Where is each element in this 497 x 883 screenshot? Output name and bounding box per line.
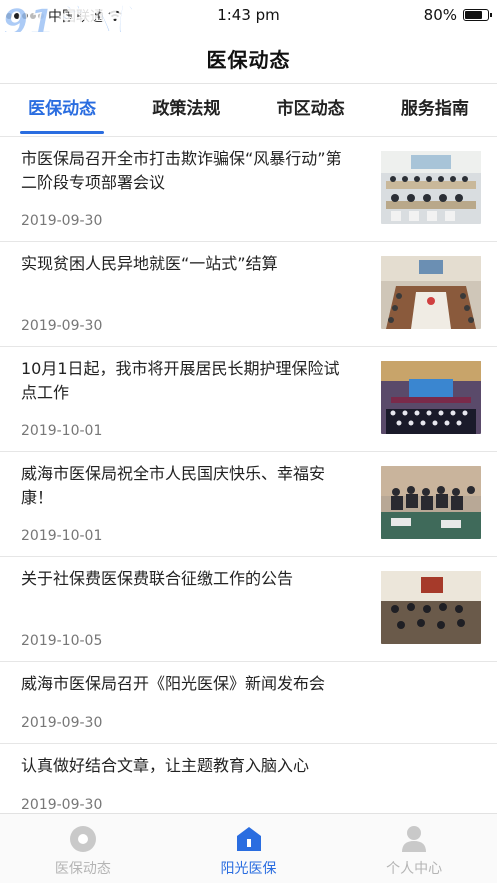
bottom-tab-bar: 医保动态 阳光医保 个人中心 bbox=[0, 813, 497, 883]
news-date: 2019-10-01 bbox=[21, 528, 103, 544]
battery-percent: 80% bbox=[423, 6, 457, 24]
house-icon bbox=[236, 827, 261, 851]
news-title: 认真做好结合文章，让主题教育入脑入心 bbox=[21, 756, 310, 775]
tabbar-item-medical-news[interactable]: 医保动态 bbox=[0, 814, 166, 883]
page-title: 医保动态 bbox=[206, 48, 291, 72]
stage-event-photo bbox=[381, 361, 481, 434]
news-title: 威海市医保局召开《阳光医保》新闻发布会 bbox=[21, 674, 326, 693]
person-icon bbox=[402, 826, 427, 852]
battery-status: 80% bbox=[423, 6, 492, 24]
tab-medical-news[interactable]: 医保动态 bbox=[0, 85, 124, 136]
tab-label: 市区动态 bbox=[276, 99, 345, 119]
news-item[interactable]: 关于社保费医保费联合征缴工作的公告 2019-10-05 bbox=[0, 557, 497, 662]
news-date: 2019-10-05 bbox=[21, 633, 103, 649]
tab-label: 政策法规 bbox=[152, 99, 221, 119]
news-item[interactable]: 威海市医保局祝全市人民国庆快乐、幸福安康！ 2019-10-01 bbox=[0, 452, 497, 557]
news-date: 2019-09-30 bbox=[21, 318, 103, 334]
category-tabs: 医保动态 政策法规 市区动态 服务指南 bbox=[0, 85, 497, 137]
news-date: 2019-09-30 bbox=[21, 797, 103, 813]
news-item[interactable]: 市医保局召开全市打击欺诈骗保“风暴行动”第二阶段专项部署会议 2019-09-3… bbox=[0, 137, 497, 242]
office-meeting-photo bbox=[381, 466, 481, 539]
news-title: 关于社保费医保费联合征缴工作的公告 bbox=[21, 569, 294, 588]
news-item[interactable]: 威海市医保局召开《阳光医保》新闻发布会 2019-09-30 bbox=[0, 662, 497, 744]
meeting-room-photo bbox=[381, 151, 481, 224]
news-date: 2019-10-01 bbox=[21, 423, 103, 439]
tab-service-guide[interactable]: 服务指南 bbox=[373, 85, 497, 136]
news-title: 实现贫困人民异地就医“一站式”结算 bbox=[21, 254, 278, 273]
tabbar-item-personal-center[interactable]: 个人中心 bbox=[331, 814, 497, 883]
tab-label: 医保动态 bbox=[28, 99, 97, 119]
tabbar-label: 阳光医保 bbox=[220, 861, 277, 877]
tabbar-label: 医保动态 bbox=[54, 861, 111, 877]
news-item[interactable]: 认真做好结合文章，让主题教育入脑入心 2019-09-30 bbox=[0, 744, 497, 813]
tab-active-indicator bbox=[20, 131, 105, 134]
news-date: 2019-09-30 bbox=[21, 715, 103, 731]
tab-policies[interactable]: 政策法规 bbox=[124, 85, 248, 136]
news-circle-icon bbox=[69, 826, 96, 852]
news-item[interactable]: 10月1日起，我市将开展居民长期护理保险试点工作 2019-10-01 bbox=[0, 347, 497, 452]
conference-table-photo bbox=[381, 256, 481, 329]
tab-district-news[interactable]: 市区动态 bbox=[249, 85, 373, 136]
news-title: 10月1日起，我市将开展居民长期护理保险试点工作 bbox=[21, 359, 340, 402]
tabbar-item-sunshine-insurance[interactable]: 阳光医保 bbox=[166, 814, 332, 883]
news-date: 2019-09-30 bbox=[21, 213, 103, 229]
news-list[interactable]: 市医保局召开全市打击欺诈骗保“风暴行动”第二阶段专项部署会议 2019-09-3… bbox=[0, 137, 497, 813]
news-title: 威海市医保局祝全市人民国庆快乐、幸福安康！ bbox=[21, 464, 326, 507]
battery-icon bbox=[463, 9, 492, 21]
hall-meeting-photo bbox=[381, 571, 481, 644]
news-item[interactable]: 实现贫困人民异地就医“一站式”结算 2019-09-30 bbox=[0, 242, 497, 347]
navigation-bar: 医保动态 bbox=[0, 32, 497, 84]
tab-label: 服务指南 bbox=[400, 99, 469, 119]
news-title: 市医保局召开全市打击欺诈骗保“风暴行动”第二阶段专项部署会议 bbox=[21, 149, 342, 192]
tabbar-label: 个人中心 bbox=[386, 861, 443, 877]
